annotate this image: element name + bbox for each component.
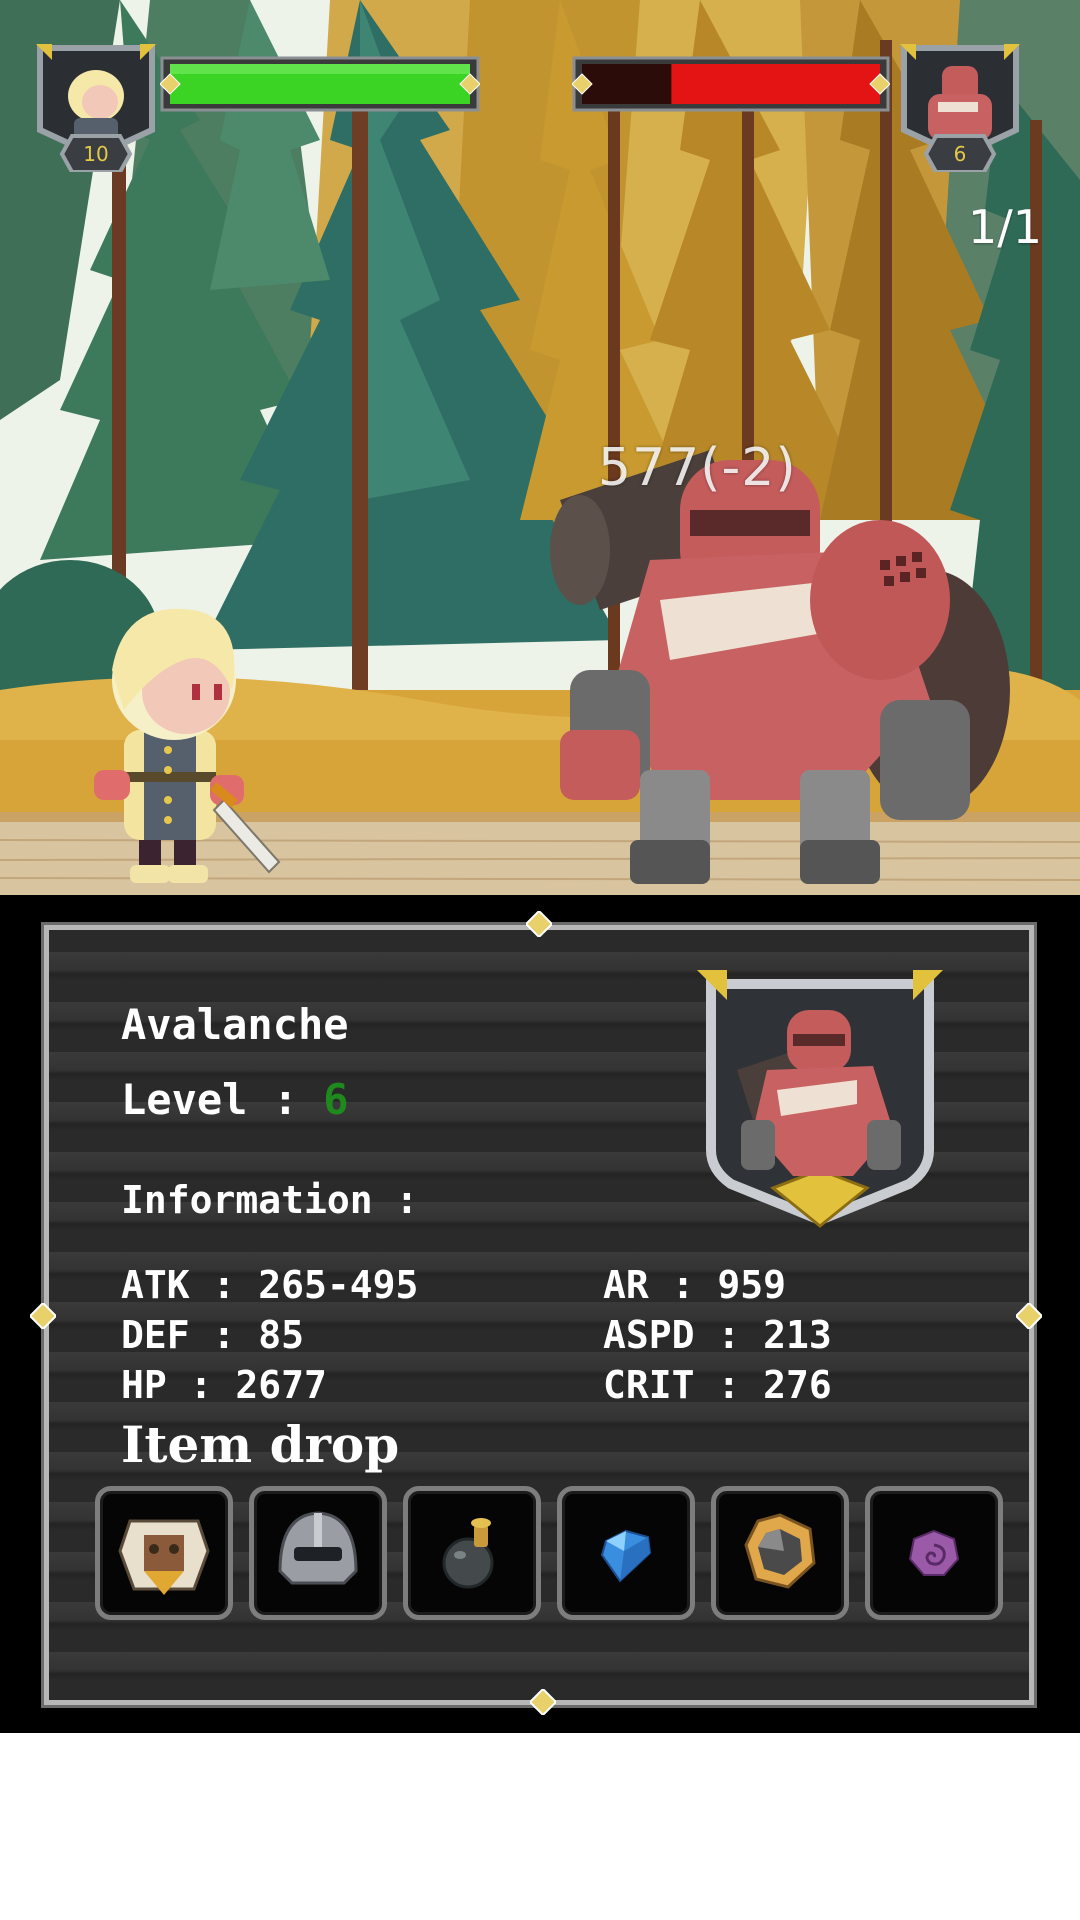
battle-scene: 10 6 1/1 577(-2) — [0, 0, 1080, 895]
wave-counter: 1/1 — [967, 200, 1042, 254]
information-label: Information : — [121, 1178, 419, 1222]
damage-popup: 577(-2) — [598, 438, 797, 498]
item-slot-helmet[interactable] — [249, 1486, 387, 1620]
player-character — [94, 608, 281, 883]
enemy-info-panel-area: Avalanche Level : 6 Information : ATK : … — [0, 895, 1080, 1733]
armor-icon — [118, 1519, 210, 1595]
blue-gem-icon — [600, 1529, 652, 1583]
item-slot-armor[interactable] — [95, 1486, 233, 1620]
stat-aspd: ASPD : 213 — [603, 1313, 832, 1357]
panel-gem-right-icon — [1016, 1303, 1042, 1329]
enemy-level-value: 6 — [323, 1075, 349, 1124]
enemy-info-panel: Avalanche Level : 6 Information : ATK : … — [41, 922, 1037, 1708]
stat-crit: CRIT : 276 — [603, 1363, 832, 1407]
bomb-potion-icon — [442, 1518, 494, 1589]
stat-atk: ATK : 265-495 — [121, 1263, 419, 1307]
player-portrait[interactable]: 10 — [34, 44, 158, 174]
panel-gem-bottom-icon — [530, 1689, 556, 1715]
helmet-icon — [278, 1511, 358, 1585]
player-level-badge: 10 — [83, 142, 109, 166]
enemy-avalanche — [550, 450, 1010, 884]
enemy-portrait[interactable]: 6 — [898, 44, 1022, 174]
stat-ar: AR : 959 — [603, 1263, 787, 1307]
enemy-level-badge: 6 — [953, 142, 967, 166]
enemy-level-line: Level : 6 — [121, 1075, 349, 1124]
enemy-shield-portrait — [697, 970, 943, 1228]
stat-hp: HP : 2677 — [121, 1363, 327, 1407]
panel-gem-left-icon — [30, 1303, 56, 1329]
item-drop-label: Item drop — [121, 1415, 400, 1474]
item-slot-amulet[interactable] — [711, 1486, 849, 1620]
stat-def: DEF : 85 — [121, 1313, 305, 1357]
item-drop-slots — [95, 1486, 1015, 1626]
item-slot-purple-rune[interactable] — [865, 1486, 1003, 1620]
enemy-hp-bar — [572, 56, 890, 112]
item-slot-blue-gem[interactable] — [557, 1486, 695, 1620]
player-hp-bar — [160, 56, 480, 112]
enemy-level-label: Level : — [121, 1075, 324, 1124]
enemy-name: Avalanche — [121, 1000, 349, 1049]
panel-gem-top-icon — [526, 911, 552, 937]
purple-rune-icon — [908, 1529, 960, 1576]
item-slot-bomb-potion[interactable] — [403, 1486, 541, 1620]
amulet-icon — [744, 1513, 816, 1589]
